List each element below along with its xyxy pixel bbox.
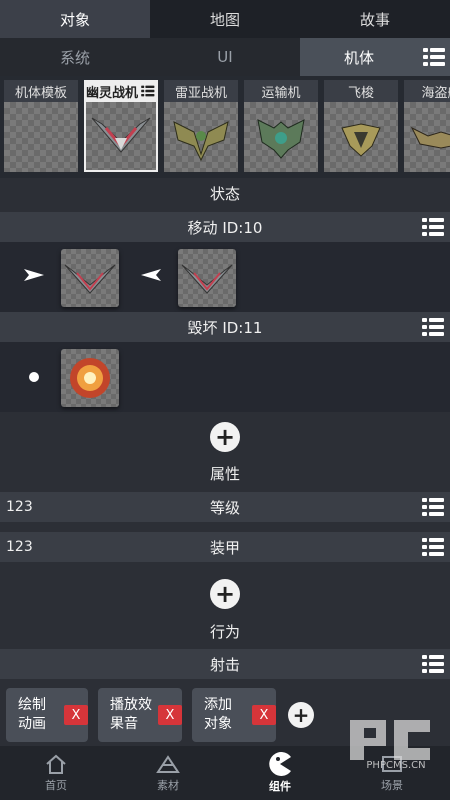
action-label-line1: 播放效 [110,697,152,713]
attribute-row-level[interactable]: 123 等级 [0,492,450,522]
plus-icon: + [214,580,236,608]
state-destroy-header: 毁坏 ID:11 [0,312,450,342]
state-destroy-frames [0,342,450,412]
tab-system[interactable]: 系统 [0,38,150,76]
component-icon [269,752,291,776]
direction-left-arrow-icon [141,269,161,281]
section-status-label: 状态 [209,184,240,203]
tab-map[interactable]: 地图 [150,0,300,38]
gallery-item-label: 运输机 [244,80,318,102]
tab-ui[interactable]: UI [150,38,300,76]
section-behavior-label: 行为 [209,622,240,641]
sub-tabs: 系统 UI 机体 [0,38,450,76]
section-behavior-header: 行为 [0,616,450,646]
list-menu-icon[interactable] [422,654,444,674]
state-move-header: 移动 ID:10 [0,212,450,242]
action-label-line2: 对象 [204,716,232,732]
action-label-line1: 添加 [204,697,232,713]
action-label-line2: 果音 [110,716,138,732]
gallery-item-label: 幽灵战机 [84,80,158,102]
list-menu-icon[interactable] [422,217,444,237]
gallery-item-label: 飞梭 [324,80,398,102]
watermark-logo: PHPCMS.CN [346,716,446,776]
list-menu-icon[interactable] [422,497,444,517]
plus-icon: + [214,423,236,451]
nav-label: 首页 [45,779,67,792]
nav-label: 组件 [269,780,291,793]
section-attributes-header: 属性 [0,458,450,488]
watermark-text: PHPCMS.CN [366,760,426,771]
attribute-value: 123 [6,499,33,515]
attribute-label: 装甲 [209,538,240,557]
section-attributes-label: 属性 [209,464,240,483]
ghost-fighter-sprite [84,102,158,172]
unit-gallery: 机体模板 幽灵战机 雷亚战机 运输机 飞梭 海盗 [0,76,450,178]
behavior-shoot-header: 射击 [0,649,450,679]
nav-label: 场景 [381,779,403,792]
nav-component[interactable]: 组件 [224,746,336,800]
remove-action-button[interactable]: X [64,705,88,725]
plus-icon: + [292,703,310,727]
action-label-line2: 动画 [18,716,46,732]
list-menu-icon[interactable] [422,317,444,337]
gallery-item-transport[interactable]: 运输机 [244,80,318,178]
tab-objects[interactable]: 对象 [0,0,150,38]
remove-action-button[interactable]: X [252,705,276,725]
shuttle-sprite [324,102,398,172]
home-icon [46,754,66,774]
unit-menu-button[interactable] [418,38,450,76]
attribute-row-armor[interactable]: 123 装甲 [0,532,450,562]
add-state-button[interactable]: + [210,422,240,452]
gallery-item-ghost-fighter[interactable]: 幽灵战机 [84,80,158,178]
gallery-item-label: 海盗船 [404,80,450,102]
tab-unit[interactable]: 机体 [300,38,418,76]
empty-template-thumbnail [4,102,78,172]
attribute-label: 等级 [209,498,240,517]
behavior-shoot-label: 射击 [209,655,240,674]
direction-none-dot-icon [29,372,39,382]
state-move-frames [0,242,450,312]
tab-story[interactable]: 故事 [300,0,450,38]
material-icon [156,755,180,773]
gallery-item-label-text: 幽灵战机 [86,85,139,101]
state-destroy-label: 毁坏 ID:11 [187,318,263,337]
raya-fighter-sprite [164,102,238,172]
pirate-ship-sprite [404,102,450,172]
direction-right-arrow-icon [24,269,44,281]
gallery-item-pirate-ship[interactable]: 海盗船 [404,80,450,178]
move-frame-left[interactable] [178,249,236,307]
remove-action-button[interactable]: X [158,705,182,725]
list-menu-icon [423,47,445,67]
gallery-item-template[interactable]: 机体模板 [4,80,78,178]
nav-material[interactable]: 素材 [112,746,224,800]
add-action-button[interactable]: + [288,702,314,728]
action-label-line1: 绘制 [18,697,46,713]
gallery-item-shuttle[interactable]: 飞梭 [324,80,398,178]
nav-label: 素材 [157,779,179,792]
top-tabs: 对象 地图 故事 [0,0,450,38]
move-frame-right[interactable] [61,249,119,307]
transport-sprite [244,102,318,172]
destroy-frame[interactable] [61,349,119,407]
attribute-value: 123 [6,539,33,555]
section-status-header: 状态 [0,178,450,208]
gallery-item-label: 机体模板 [4,80,78,102]
list-menu-icon[interactable] [141,85,155,97]
add-attribute-button[interactable]: + [210,579,240,609]
gallery-item-raya-fighter[interactable]: 雷亚战机 [164,80,238,178]
nav-home[interactable]: 首页 [0,746,112,800]
gallery-item-label: 雷亚战机 [164,80,238,102]
list-menu-icon[interactable] [422,537,444,557]
state-move-label: 移动 ID:10 [187,218,263,237]
